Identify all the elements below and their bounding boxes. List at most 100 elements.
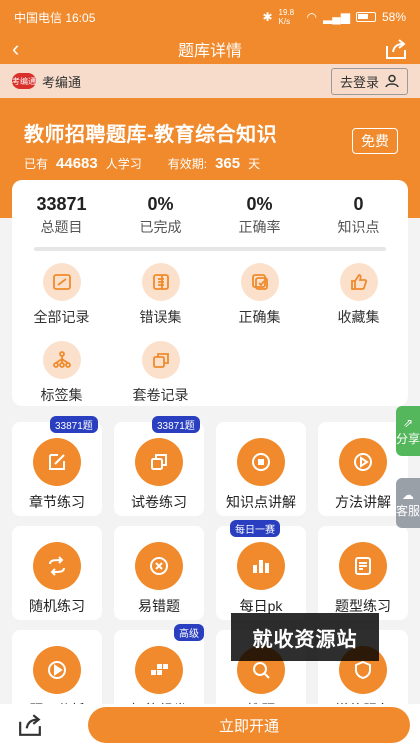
bank-meta: 已有 44683 人学习 有效期: 365 天 [24,155,396,172]
record-label: 标签集 [40,387,83,403]
edit-icon [49,454,65,470]
record-label: 收藏集 [337,309,380,325]
bottom-bar: 立即开通 [0,704,420,746]
record-favorites[interactable]: 收藏集 [309,263,408,341]
side-service-label: 客服 [396,503,420,518]
feature-daily-pk[interactable]: 每日一赛 每日pk [216,520,306,620]
play-icon [354,453,372,471]
login-button[interactable]: 去登录 [330,67,408,95]
bluetooth-icon: ✱ [262,10,273,24]
signal-icon: ▂▄▆ [323,10,350,24]
stat-label: 正确率 [238,219,281,235]
battery-level: 58% [381,10,406,24]
record-label: 正确集 [238,309,281,325]
records-grid: 全部记录 错误集 正确集 收藏集 标签集 套卷记录 [12,251,408,419]
feature-chapter-practice[interactable]: 33871题 章节练习 [12,416,102,516]
bank-title: 教师招聘题库-教育综合知识 [24,124,278,146]
feature-label: 试卷练习 [131,494,187,510]
validity-value: 365 [215,155,241,172]
net-speed: 19.8 K/s [278,8,295,26]
stat-completed: 0% 已完成 [111,194,210,237]
page-title: 题库详情 [177,43,242,60]
copy-icon [151,454,167,470]
stat-value: 0 [353,194,364,214]
shuffle-icon [49,556,65,576]
record-label: 套卷记录 [132,387,189,403]
share-icon [19,714,41,736]
status-bar: 中国电信 16:05 ✱ 19.8 K/s ◠ ▂▄▆ 58% [0,0,420,34]
back-icon[interactable]: ‹ [12,34,19,64]
stat-label: 已完成 [139,219,182,235]
record-papers[interactable]: 套卷记录 [111,341,210,419]
feature-method-explain[interactable]: 方法讲解 [318,422,408,516]
chat-icon: ☁ [402,487,414,502]
record-all[interactable]: 全部记录 [12,263,111,341]
stats-row: 33871 总题目 0% 已完成 0% 正确率 0 知识点 [12,180,408,237]
record-correct[interactable]: 正确集 [210,263,309,341]
nav-bar: ‹ 题库详情 [0,34,420,64]
list-icon [252,453,270,471]
share-icon[interactable] [384,38,408,60]
feature-label: 方法讲解 [335,494,391,510]
feature-knowledge-explain[interactable]: 知识点讲解 [216,422,306,516]
tag-tree-icon [52,351,71,368]
brand-logo: 考编通 [12,73,36,89]
status-icons: ✱ 19.8 K/s ◠ ▂▄▆ 58% [262,8,406,26]
learners-suffix: 人学习 [105,157,142,171]
advanced-badge: 高级 [174,624,204,641]
learners-count: 44683 [56,155,98,172]
record-label: 全部记录 [33,309,90,325]
correct-set-icon [251,274,268,290]
question-count-badge: 33871题 [152,416,200,433]
question-count-badge: 33871题 [50,416,98,433]
form-icon [355,557,371,575]
bottom-share-button[interactable] [0,713,60,737]
free-badge: 免费 [352,128,398,154]
feature-label: 章节练习 [29,494,85,510]
stat-value: 33871 [36,194,87,214]
feature-label: 易错题 [138,598,180,614]
stat-knowledge: 0 知识点 [309,194,408,237]
daily-badge: 每日一赛 [230,520,280,537]
user-icon [385,74,399,88]
wifi-icon: ◠ [306,10,317,24]
side-share-label: 分享 [396,431,420,446]
stat-value: 0% [147,194,174,214]
record-tags[interactable]: 标签集 [12,341,111,419]
stat-label: 总题目 [40,219,83,235]
feature-label: 随机练习 [29,598,85,614]
stat-value: 0% [246,194,273,214]
brand-name: 考编通 [42,74,82,90]
x-icon [150,557,168,575]
learners-prefix: 已有 [24,157,49,171]
record-errors[interactable]: 错误集 [111,263,210,341]
brand-bar: 考编通 考编通 去登录 [0,64,420,98]
feature-type-practice[interactable]: 题型练习 [318,526,408,620]
bar-chart-icon [253,560,269,573]
side-service-button[interactable]: ☁ 客服 [396,478,420,528]
stat-label: 知识点 [337,219,380,235]
carrier-time: 中国电信 16:05 [14,10,96,25]
thumbs-up-icon [350,274,367,290]
watermark-overlay: 就收资源站 [231,613,379,661]
blocks-icon [151,664,168,675]
all-records-icon [52,274,71,290]
feature-error-prone[interactable]: 易错题 [114,526,204,620]
stat-total: 33871 总题目 [12,194,111,237]
open-now-button[interactable]: 立即开通 [88,707,410,743]
error-set-icon [152,274,169,290]
feature-random-practice[interactable]: 随机练习 [12,526,102,620]
shield-icon [355,660,371,680]
stats-card: 33871 总题目 0% 已完成 0% 正确率 0 知识点 全部记录 错误集 正… [12,180,408,406]
share-small-icon: ⇗ [402,415,414,430]
play-icon [48,661,66,679]
validity-label: 有效期: [167,157,208,171]
validity-unit: 天 [248,157,261,171]
stat-accuracy: 0% 正确率 [210,194,309,237]
paper-stack-icon [152,353,169,368]
record-label: 错误集 [139,309,182,325]
feature-paper-practice[interactable]: 33871题 试卷练习 [114,416,204,516]
search-icon [253,662,270,679]
login-label: 去登录 [339,74,379,90]
side-share-button[interactable]: ⇗ 分享 [396,406,420,456]
